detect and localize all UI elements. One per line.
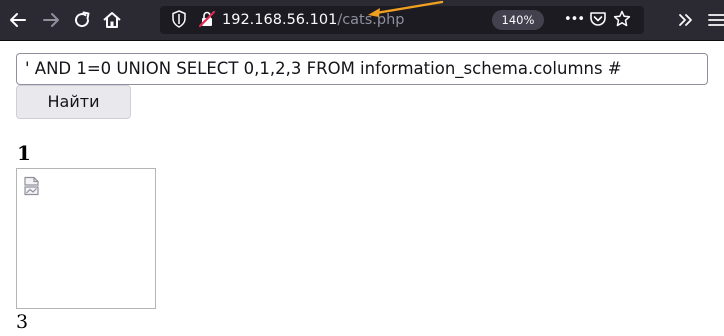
result-heading: 1 [17, 141, 31, 165]
tracking-shield-icon[interactable] [170, 10, 188, 30]
browser-toolbar: 192.168.56.101/cats.php 140% ••• [0, 0, 724, 41]
search-button[interactable]: Найти [16, 85, 131, 119]
search-input[interactable]: ' AND 1=0 UNION SELECT 0,1,2,3 FROM info… [16, 53, 708, 85]
hamburger-menu-icon[interactable] [706, 9, 724, 31]
broken-image [16, 168, 156, 309]
arrow-right-icon [43, 13, 59, 27]
reload-button[interactable] [71, 9, 93, 31]
page-actions-icon[interactable]: ••• [564, 10, 585, 30]
home-button[interactable] [101, 9, 123, 31]
broken-image-icon [24, 176, 39, 196]
annotation-arrow [368, 0, 444, 17]
url-host: 192.168.56.101 [222, 12, 338, 28]
result-value: 3 [16, 311, 29, 333]
zoom-level-badge[interactable]: 140% [492, 10, 544, 30]
insecure-lock-icon[interactable] [197, 10, 217, 30]
home-icon [103, 12, 121, 28]
reload-icon [75, 11, 90, 28]
overflow-chevron-icon[interactable] [676, 9, 696, 31]
forward-button[interactable] [40, 9, 62, 31]
arrow-left-icon [10, 13, 26, 27]
back-button[interactable] [7, 9, 29, 31]
pocket-icon[interactable] [588, 10, 608, 30]
bookmark-star-icon[interactable] [612, 10, 632, 30]
